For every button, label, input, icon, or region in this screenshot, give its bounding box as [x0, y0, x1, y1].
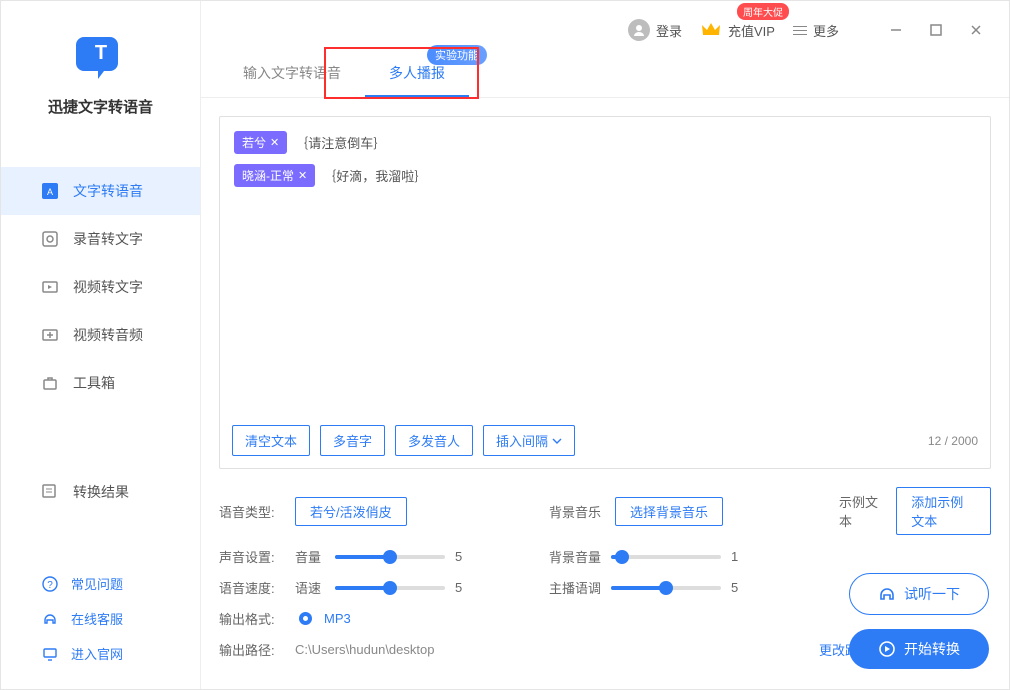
nav-label: 工具箱 — [73, 373, 115, 393]
speaker-tag[interactable]: 若兮✕ — [234, 131, 287, 154]
speed-row-label: 语音速度: — [219, 578, 281, 597]
volume-slider[interactable] — [335, 555, 445, 559]
login-label: 登录 — [656, 21, 682, 40]
vip-button[interactable]: 充值VIP 周年大促 — [700, 19, 775, 41]
bgm-volume-value: 1 — [731, 549, 747, 564]
nav-label: 视频转文字 — [73, 277, 143, 297]
clear-text-button[interactable]: 清空文本 — [232, 425, 310, 456]
sample-select[interactable]: 添加示例文本 — [896, 487, 991, 535]
vip-label: 充值VIP — [728, 21, 775, 40]
speaker-tag[interactable]: 晓涵-正常✕ — [234, 164, 315, 187]
speed-slider[interactable] — [335, 586, 445, 590]
sample-label: 示例文本 — [839, 492, 882, 530]
path-label: 输出路径: — [219, 640, 281, 659]
insert-gap-button[interactable]: 插入间隔 — [483, 425, 575, 456]
bgm-volume-label: 背景音量 — [549, 547, 601, 566]
nav-audio-to-text[interactable]: 录音转文字 — [1, 215, 200, 263]
tab-multi-speaker[interactable]: 多人播报 实验功能 — [365, 51, 469, 97]
nav-results[interactable]: 转换结果 — [1, 468, 200, 516]
svg-text:A: A — [47, 187, 53, 197]
login-button[interactable]: 登录 — [628, 19, 682, 41]
app-logo-icon: T — [76, 29, 126, 84]
voice-type-label: 语音类型: — [219, 502, 281, 521]
format-radio[interactable] — [299, 612, 312, 625]
sound-label: 声音设置: — [219, 547, 281, 566]
headphone-icon — [878, 585, 896, 603]
minimize-button[interactable] — [885, 19, 907, 41]
speed-value: 5 — [455, 580, 471, 595]
char-counter: 12 / 2000 — [928, 434, 978, 448]
text-editor[interactable]: 若兮✕ ｛请注意倒车｝ 晓涵-正常✕ ｛好滴，我溜啦｝ 清空文本 多音字 多发音… — [219, 116, 991, 469]
crown-icon — [700, 19, 722, 41]
remove-tag-icon[interactable]: ✕ — [270, 136, 279, 149]
chevron-down-icon — [552, 436, 562, 446]
results-icon — [41, 483, 59, 501]
editor-line: 若兮✕ ｛请注意倒车｝ — [234, 131, 976, 154]
bgm-label: 背景音乐 — [549, 502, 601, 521]
question-icon: ? — [41, 575, 59, 593]
avatar-icon — [628, 19, 650, 41]
output-path: C:\Users\hudun\desktop — [295, 642, 805, 657]
nav-text-to-speech[interactable]: A 文字转语音 — [1, 167, 200, 215]
tone-value: 5 — [731, 580, 747, 595]
monitor-icon — [41, 645, 59, 663]
svg-text:?: ? — [47, 580, 53, 591]
footer-faq[interactable]: ? 常见问题 — [1, 566, 200, 601]
footer-website[interactable]: 进入官网 — [1, 636, 200, 671]
remove-tag-icon[interactable]: ✕ — [298, 169, 307, 182]
footer-label: 常见问题 — [71, 574, 123, 593]
experimental-badge: 实验功能 — [427, 45, 487, 65]
more-button[interactable]: 更多 — [793, 21, 839, 40]
nav-label: 视频转音频 — [73, 325, 143, 345]
editor-line: 晓涵-正常✕ ｛好滴，我溜啦｝ — [234, 164, 976, 187]
line-text: ｛好滴，我溜啦｝ — [323, 166, 427, 185]
video-text-icon — [41, 278, 59, 296]
video-audio-icon — [41, 326, 59, 344]
convert-button[interactable]: 开始转换 — [849, 629, 989, 669]
play-circle-icon — [878, 640, 896, 658]
tone-label: 主播语调 — [549, 578, 601, 597]
headset-icon — [41, 610, 59, 628]
nav-label: 文字转语音 — [73, 181, 143, 201]
nav-label: 转换结果 — [73, 482, 129, 502]
volume-label: 音量 — [295, 547, 325, 566]
line-text: ｛请注意倒车｝ — [295, 133, 386, 152]
nav-toolbox[interactable]: 工具箱 — [1, 359, 200, 407]
mic-icon — [41, 230, 59, 248]
tab-input-tts[interactable]: 输入文字转语音 — [219, 51, 365, 97]
preview-button[interactable]: 试听一下 — [849, 573, 989, 615]
nav-label: 录音转文字 — [73, 229, 143, 249]
polyphone-button[interactable]: 多音字 — [320, 425, 385, 456]
bgm-volume-slider[interactable] — [611, 555, 721, 559]
tone-slider[interactable] — [611, 586, 721, 590]
format-label: 输出格式: — [219, 609, 281, 628]
promo-badge: 周年大促 — [737, 3, 789, 20]
nav-video-to-audio[interactable]: 视频转音频 — [1, 311, 200, 359]
close-button[interactable] — [965, 19, 987, 41]
more-label: 更多 — [813, 21, 839, 40]
format-value: MP3 — [324, 611, 351, 626]
footer-label: 在线客服 — [71, 609, 123, 628]
tts-icon: A — [41, 182, 59, 200]
volume-value: 5 — [455, 549, 471, 564]
footer-label: 进入官网 — [71, 644, 123, 663]
speed-label: 语速 — [295, 578, 325, 597]
app-title: 迅捷文字转语音 — [21, 96, 180, 117]
toolbox-icon — [41, 374, 59, 392]
footer-support[interactable]: 在线客服 — [1, 601, 200, 636]
maximize-button[interactable] — [925, 19, 947, 41]
menu-icon — [793, 26, 807, 35]
svg-text:T: T — [94, 42, 106, 64]
multispeaker-button[interactable]: 多发音人 — [395, 425, 473, 456]
nav-video-to-text[interactable]: 视频转文字 — [1, 263, 200, 311]
bgm-select[interactable]: 选择背景音乐 — [615, 497, 723, 526]
voice-type-select[interactable]: 若兮/活泼俏皮 — [295, 497, 407, 526]
